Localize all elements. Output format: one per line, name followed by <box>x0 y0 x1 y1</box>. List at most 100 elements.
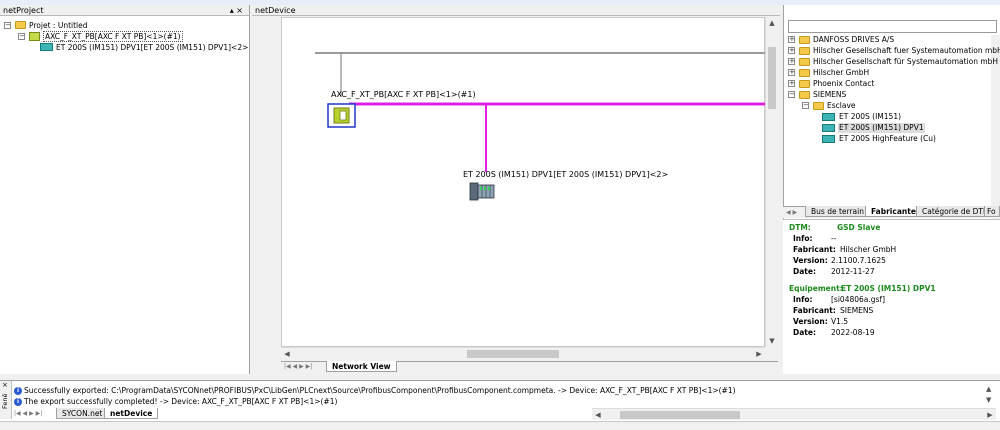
equip-info-key: Version: <box>793 317 828 326</box>
folder-icon <box>15 21 26 29</box>
equip-info-key: Info: <box>793 295 813 304</box>
equipement-heading: Equipement: ET 200S (IM151) DPV1 <box>789 284 936 294</box>
scroll-right-icon[interactable]: ▶ <box>753 350 765 358</box>
equip-info-value: [si04806a.gsf] <box>831 295 885 304</box>
dtm-info-key: Date: <box>793 267 816 276</box>
dtm-value: GSD Slave <box>837 223 881 232</box>
catalog-vendor-label: SIEMENS <box>813 90 847 99</box>
dtm-info-value: 2.1100.7.1625 <box>831 256 886 265</box>
catalog-tabbar: ◀ ▶ Bus de terrain Fabricante Catégorie … <box>783 206 1000 218</box>
dtm-info-row: Date: 2012-11-27 <box>793 267 875 277</box>
info-icon: i <box>14 387 22 395</box>
dtm-info-value: -- <box>831 234 837 243</box>
folder-icon <box>799 47 810 55</box>
dtm-key: DTM: <box>789 223 811 232</box>
dtm-heading: DTM: GSD Slave <box>789 223 880 233</box>
scroll-down-icon[interactable]: ▼ <box>766 337 778 345</box>
expand-icon[interactable]: + <box>788 69 795 76</box>
scroll-right-icon[interactable]: ▶ <box>984 411 996 419</box>
dtm-info-value: 2012-11-27 <box>831 267 875 276</box>
scroll-left-icon[interactable]: ◀ <box>592 411 604 419</box>
expand-icon[interactable]: + <box>788 80 795 87</box>
output-message-1: i Successfully exported: C:\ProgramData\S… <box>14 386 736 396</box>
output-side-label: Fenê <box>1 393 9 409</box>
network-slave-label[interactable]: ET 200S (IM151) DPV1[ET 200S (IM151) DPV… <box>463 170 668 179</box>
panel-controls[interactable]: ▴ × <box>230 5 243 16</box>
catalog-search-input[interactable] <box>788 20 997 33</box>
dtm-info-key: Info: <box>793 234 813 243</box>
output-side-bar: × Fenê <box>0 381 12 419</box>
equip-info-value: SIEMENS <box>840 306 874 315</box>
output-scroll-up-icon[interactable]: ▲ <box>986 385 991 393</box>
device-icon <box>822 135 835 143</box>
tab-sycon-net[interactable]: SYCON.net <box>56 408 109 419</box>
output-tab-nav-icon[interactable]: |◀ ◀ ▶ ▶| <box>14 410 42 417</box>
tab-network-view[interactable]: Network View <box>326 361 397 372</box>
equip-info-row: Fabricant: SIEMENS <box>793 306 873 316</box>
catalog-vendor-label: Hilscher Gesellschaft fuer Systemautomat… <box>813 46 1000 55</box>
equip-info-key: Date: <box>793 328 816 337</box>
network-horizontal-scrollbar[interactable]: ◀ ▶ <box>281 347 765 359</box>
device-info-panel: DTM: GSD Slave Info: -- Fabricant: Hilscher… <box>783 219 1000 374</box>
collapse-icon[interactable]: − <box>788 91 795 98</box>
device-icon <box>822 124 835 132</box>
scroll-thumb[interactable] <box>467 350 559 358</box>
catalog-vendor-label: Hilscher GmbH <box>813 68 870 77</box>
netdevice-header: netDevice <box>252 5 780 16</box>
output-scroll-down-icon[interactable]: ▼ <box>986 396 991 404</box>
network-canvas[interactable]: AXC_F_XT_PB[AXC F XT PB]<1>(#1) ET 200S … <box>281 17 766 347</box>
equip-info-value: V1.5 <box>831 317 849 326</box>
netproject-title: netProject <box>3 6 44 15</box>
expand-icon[interactable]: + <box>788 58 795 65</box>
output-close-icon[interactable]: × <box>2 381 8 389</box>
tree-master-label: AXC_F_XT_PB[AXC F XT PB]<1>(#1) <box>43 31 183 42</box>
catalog-tree: + DANFOSS DRIVES A/S + Hilscher Gesellschaf… <box>786 35 1000 210</box>
tab-netdevice[interactable]: netDevice <box>104 408 159 419</box>
equip-info-row: Info: [si04806a.gsf] <box>793 295 885 305</box>
folder-icon <box>799 80 810 88</box>
catalog-subfolder-label: Esclave <box>827 101 856 110</box>
output-horizontal-scrollbar[interactable]: ◀ ▶ <box>592 408 996 420</box>
catalog-device-label: ET 200S HighFeature (Cu) <box>839 134 936 143</box>
dtm-info-row: Info: -- <box>793 234 836 244</box>
network-vertical-scrollbar[interactable]: ▲ ▼ <box>765 17 777 347</box>
collapse-icon[interactable]: − <box>18 33 25 40</box>
catalog-vendor-label: Hilscher Gesellschaft für Systemautomati… <box>813 57 999 66</box>
collapse-icon[interactable]: − <box>802 102 809 109</box>
netproject-panel: netProject ▴ × − Projet : Untitled − AXC… <box>0 5 250 374</box>
scroll-up-icon[interactable]: ▲ <box>766 19 778 27</box>
tab-fo[interactable]: Fo <box>984 206 1000 217</box>
netproject-header: netProject ▴ × <box>0 5 249 16</box>
slave-device-icon <box>40 43 53 51</box>
slave-device-icon <box>469 182 495 201</box>
netdevice-title: netDevice <box>255 6 296 15</box>
catalog-device-label: ET 200S (IM151) DPV1 <box>838 123 925 133</box>
equipement-key: Equipement: <box>789 284 843 293</box>
expand-icon[interactable]: + <box>788 47 795 54</box>
expand-icon[interactable]: + <box>788 36 795 43</box>
scroll-thumb[interactable] <box>620 411 740 419</box>
dtm-info-row: Version: 2.1100.7.1625 <box>793 256 886 266</box>
tab-fabricante[interactable]: Fabricante <box>865 206 922 217</box>
folder-icon <box>799 69 810 77</box>
catalog-tab-nav-icon[interactable]: ◀ ▶ <box>786 209 797 216</box>
info-icon: i <box>14 398 22 406</box>
output-tabbar: |◀ ◀ ▶ ▶| SYCON.net netDevice <box>12 408 592 420</box>
tab-nav-arrows-icon[interactable]: |◀ ◀ ▶ ▶| <box>284 363 312 370</box>
output-message-1-text: Successfully exported: C:\ProgramData\SY… <box>24 386 736 395</box>
output-panel: × Fenê i Successfully exported: C:\Progra… <box>0 380 1000 430</box>
tree-slave-label: ET 200S (IM151) DPV1[ET 200S (IM151) DPV… <box>56 43 249 52</box>
folder-icon <box>799 58 810 66</box>
scroll-thumb[interactable] <box>768 47 776 109</box>
output-message-2-text: The export successfully completed! -> De… <box>24 397 338 406</box>
equip-info-row: Version: V1.5 <box>793 317 848 327</box>
scroll-left-icon[interactable]: ◀ <box>281 350 293 358</box>
catalog-device-label: ET 200S (IM151) <box>839 112 902 121</box>
collapse-icon[interactable]: − <box>4 22 11 29</box>
catalog-vendor-label: Phoenix Contact <box>813 79 875 88</box>
tab-bus-de-terrain[interactable]: Bus de terrain <box>805 206 870 217</box>
plc-icon <box>29 32 40 41</box>
network-master-label[interactable]: AXC_F_XT_PB[AXC F XT PB]<1>(#1) <box>331 90 476 99</box>
dtm-info-row: Fabricant: Hilscher GmbH <box>793 245 896 255</box>
dtm-info-value: Hilscher GmbH <box>840 245 897 254</box>
